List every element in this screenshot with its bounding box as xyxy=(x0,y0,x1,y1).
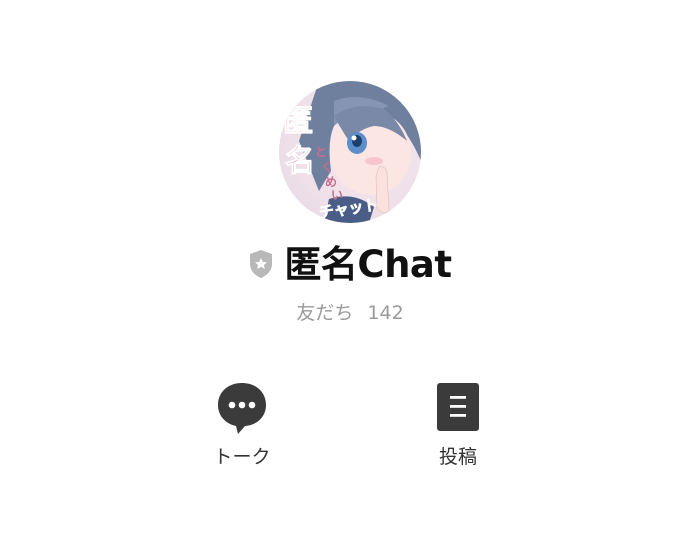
talk-button[interactable]: トーク xyxy=(182,380,302,469)
post-button[interactable]: 投稿 xyxy=(398,380,518,469)
friends-label: 友だち xyxy=(296,302,354,324)
friends-count-row[interactable]: 友だち 142 xyxy=(0,298,700,325)
friends-count: 142 xyxy=(367,302,404,324)
post-label: 投稿 xyxy=(438,446,477,468)
svg-text:と: と xyxy=(315,145,327,159)
account-name: 匿名Chat xyxy=(284,242,452,286)
shield-star-icon xyxy=(248,249,274,279)
speech-bubble-icon xyxy=(218,383,266,434)
svg-text:く: く xyxy=(321,160,333,174)
avatar-title-1: 匿 xyxy=(283,104,313,139)
profile-title-row: 匿名Chat xyxy=(0,238,700,290)
profile-avatar[interactable]: 匿 名 と く め い チャット xyxy=(279,81,421,223)
anime-girl-avatar-icon: 匿 名 と く め い チャット xyxy=(279,81,421,223)
svg-text:め: め xyxy=(325,175,337,189)
document-icon xyxy=(437,383,479,431)
avatar-title-2: 名 xyxy=(285,144,315,179)
talk-label: トーク xyxy=(213,446,271,468)
